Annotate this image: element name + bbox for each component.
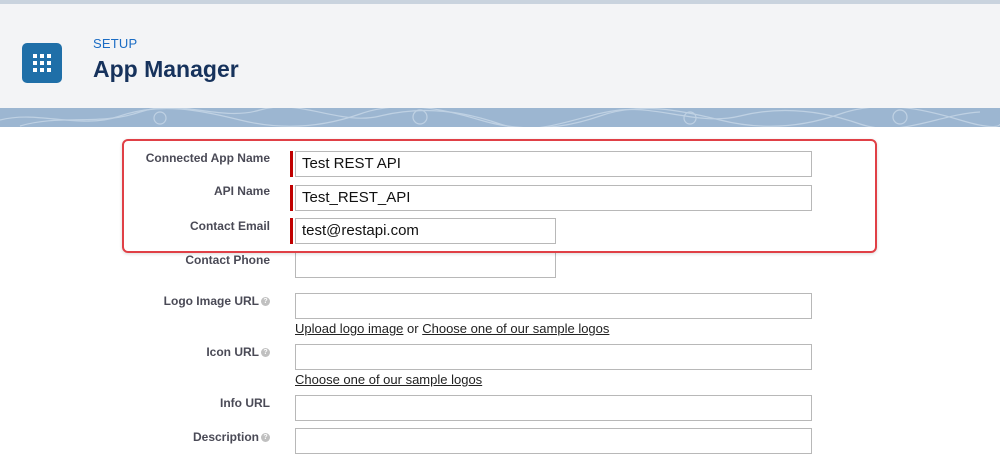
logo-image-url-label-text: Logo Image URL bbox=[163, 294, 259, 308]
info-url-label: Info URL bbox=[220, 396, 270, 410]
connected-app-name-input[interactable]: Test REST API bbox=[295, 151, 812, 177]
description-input[interactable] bbox=[295, 428, 812, 454]
contact-phone-label: Contact Phone bbox=[185, 253, 270, 267]
required-indicator bbox=[290, 218, 293, 244]
logo-image-url-label: Logo Image URL? bbox=[164, 294, 270, 308]
connected-app-name-label: Connected App Name bbox=[145, 151, 270, 165]
upload-logo-link[interactable]: Upload logo image bbox=[295, 321, 403, 336]
decorative-banner bbox=[0, 108, 1000, 127]
setup-breadcrumb[interactable]: SETUP bbox=[93, 36, 137, 51]
contact-email-label: Contact Email bbox=[189, 219, 270, 233]
description-label: Description? bbox=[193, 430, 270, 444]
icon-url-label-text: Icon URL bbox=[206, 345, 259, 359]
required-indicator bbox=[290, 185, 293, 211]
logo-links: Upload logo image or Choose one of our s… bbox=[295, 321, 609, 336]
connected-app-form: Connected App Name Test REST API API Nam… bbox=[0, 127, 1000, 472]
icon-url-label: Icon URL? bbox=[206, 345, 270, 359]
help-icon[interactable]: ? bbox=[261, 348, 270, 358]
choose-sample-icon-link[interactable]: Choose one of our sample logos bbox=[295, 372, 482, 387]
page-header: SETUP App Manager bbox=[0, 4, 1000, 108]
required-indicator bbox=[290, 151, 293, 177]
choose-sample-logo-link[interactable]: Choose one of our sample logos bbox=[422, 321, 609, 336]
logo-image-url-input[interactable] bbox=[295, 293, 812, 319]
page-title: App Manager bbox=[93, 56, 239, 82]
api-name-input[interactable]: Test_REST_API bbox=[295, 185, 812, 211]
contact-phone-input[interactable] bbox=[295, 252, 556, 278]
app-launcher-tile[interactable] bbox=[22, 43, 62, 83]
app-launcher-grid-icon bbox=[33, 54, 51, 72]
info-url-input[interactable] bbox=[295, 395, 812, 421]
help-icon[interactable]: ? bbox=[261, 297, 270, 307]
help-icon[interactable]: ? bbox=[261, 433, 270, 443]
icon-links: Choose one of our sample logos bbox=[295, 372, 482, 387]
or-text: or bbox=[407, 321, 419, 336]
icon-url-input[interactable] bbox=[295, 344, 812, 370]
contact-email-input[interactable]: test@restapi.com bbox=[295, 218, 556, 244]
description-label-text: Description bbox=[192, 430, 259, 444]
api-name-label: API Name bbox=[213, 184, 270, 198]
